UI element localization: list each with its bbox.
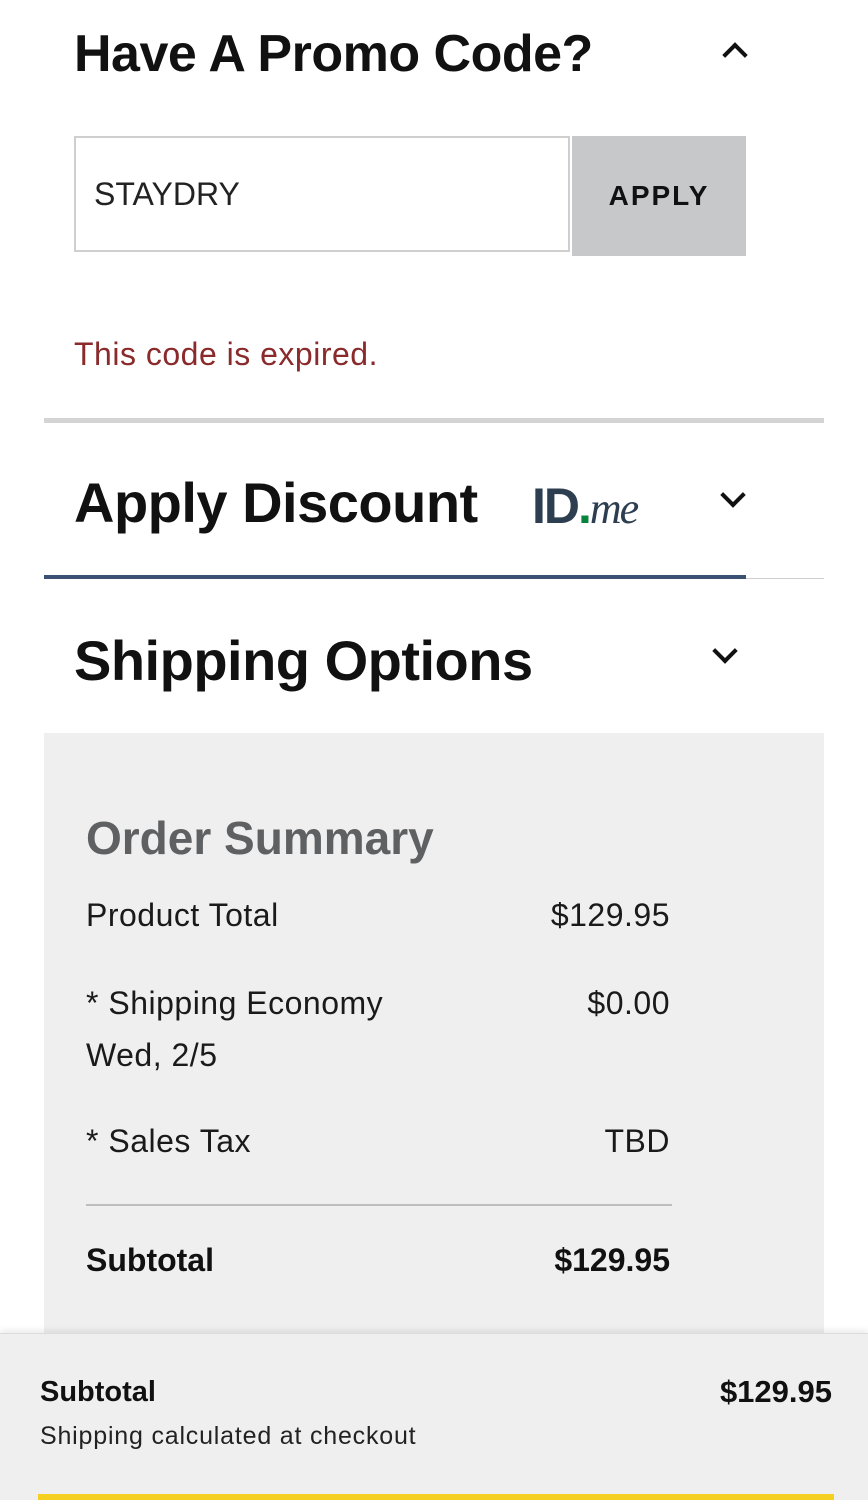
shipping-options-title: Shipping Options xyxy=(74,629,533,692)
checkout-button[interactable] xyxy=(38,1494,834,1500)
chevron-up-icon[interactable] xyxy=(722,42,748,68)
promo-code-title: Have A Promo Code? xyxy=(74,25,593,83)
shipping-economy-value: $0.00 xyxy=(587,985,670,1021)
shipping-date-label: Wed, 2/5 xyxy=(86,1037,218,1073)
promo-code-form: APPLY xyxy=(74,136,746,256)
section-divider xyxy=(44,418,824,423)
promo-code-toggle[interactable]: Have A Promo Code? xyxy=(74,18,754,88)
idme-logo: ID.me xyxy=(532,478,639,537)
sales-tax-label: * Sales Tax xyxy=(86,1123,251,1159)
promo-error-message: This code is expired. xyxy=(74,336,378,372)
shipping-economy-label: * Shipping Economy xyxy=(86,985,384,1021)
idme-logo-id: ID xyxy=(532,478,580,534)
product-total-value: $129.95 xyxy=(550,897,670,933)
summary-subtotal-value: $129.95 xyxy=(554,1242,670,1278)
chevron-down-icon[interactable] xyxy=(712,638,738,664)
order-summary-title: Order Summary xyxy=(86,812,434,864)
idme-logo-dot: . xyxy=(578,478,592,534)
sticky-footer: Subtotal $129.95 Shipping calculated at … xyxy=(0,1333,868,1500)
sales-tax-value: TBD xyxy=(604,1123,670,1159)
cart-page: Have A Promo Code? APPLY This code is ex… xyxy=(0,0,868,1500)
promo-code-input[interactable] xyxy=(74,136,570,252)
active-section-underline xyxy=(44,575,746,579)
footer-subtotal-value: $129.95 xyxy=(719,1374,832,1409)
apply-button[interactable]: APPLY xyxy=(572,136,746,256)
section-divider xyxy=(746,578,824,579)
product-total-label: Product Total xyxy=(86,897,279,933)
order-summary: Order Summary Product Total $129.95 * Sh… xyxy=(44,733,824,1353)
apply-discount-title: Apply Discount xyxy=(74,471,478,534)
footer-subtotal-label: Subtotal xyxy=(40,1376,156,1408)
chevron-down-icon[interactable] xyxy=(720,482,746,508)
summary-subtotal-label: Subtotal xyxy=(86,1242,214,1278)
shipping-note: Shipping calculated at checkout xyxy=(40,1422,417,1450)
summary-divider xyxy=(86,1204,672,1206)
idme-logo-me: me xyxy=(589,484,639,533)
